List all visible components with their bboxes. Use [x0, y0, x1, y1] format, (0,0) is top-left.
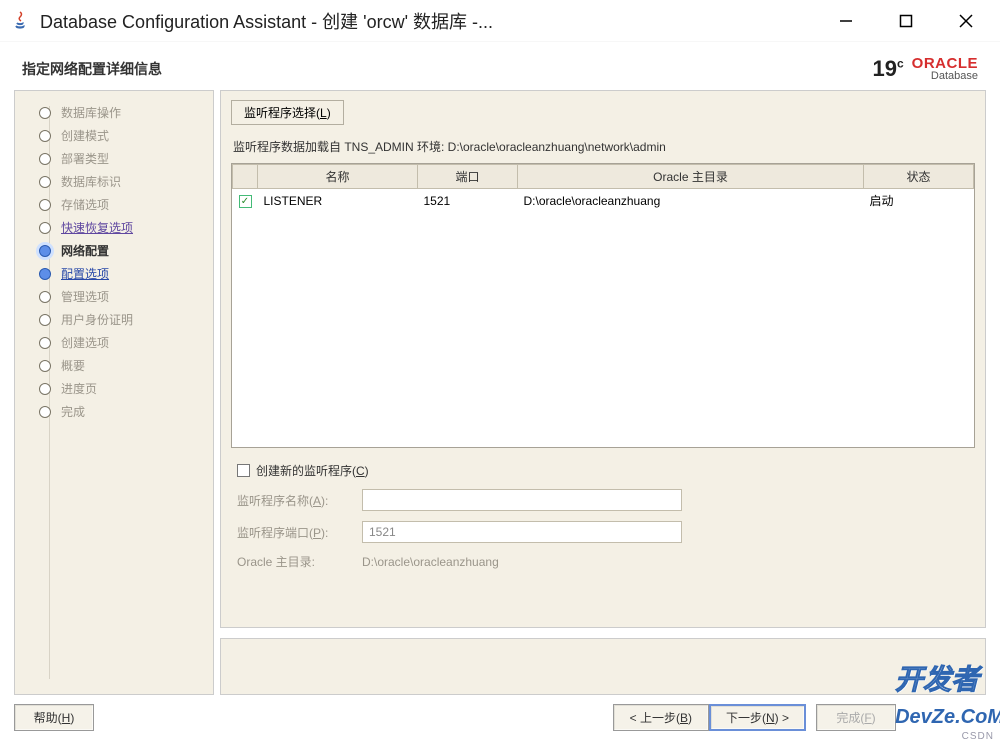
table-header: 状态: [864, 165, 974, 189]
page-title: 指定网络配置详细信息: [22, 59, 162, 79]
oracle-home-label: Oracle 主目录:: [237, 553, 352, 570]
csdn-watermark: CSDN: [962, 731, 994, 742]
sidebar-item-label: 创建选项: [61, 334, 109, 351]
footer: 帮助(H) < 上一步(B) 下一步(N) > 完成(F) 取消: [0, 695, 1000, 739]
sidebar-item-label: 存储选项: [61, 196, 109, 213]
table-header: 端口: [418, 165, 518, 189]
listener-name-label: 监听程序名称(A):: [237, 492, 352, 509]
row-checkbox[interactable]: [239, 195, 252, 208]
back-button[interactable]: < 上一步(B): [613, 704, 709, 731]
step-dot-icon: [39, 130, 51, 142]
sidebar-item-3: 数据库标识: [15, 170, 213, 193]
listener-path-description: 监听程序数据加载自 TNS_ADMIN 环境: D:\oracle\oracle…: [233, 138, 973, 155]
create-listener-label: 创建新的监听程序(C): [256, 462, 369, 479]
listener-port-input[interactable]: [362, 521, 682, 543]
sidebar-item-label: 管理选项: [61, 288, 109, 305]
step-dot-icon: [39, 222, 51, 234]
close-button[interactable]: [936, 0, 996, 42]
sidebar-item-2: 部署类型: [15, 147, 213, 170]
step-dot-icon: [39, 199, 51, 211]
help-button[interactable]: 帮助(H): [14, 704, 94, 731]
sidebar-item-8: 管理选项: [15, 285, 213, 308]
sidebar-item-label[interactable]: 快速恢复选项: [61, 219, 133, 236]
step-dot-icon: [39, 337, 51, 349]
minimize-button[interactable]: [816, 0, 876, 42]
step-dot-icon: [39, 245, 51, 257]
cell-name: LISTENER: [258, 189, 418, 213]
titlebar: Database Configuration Assistant - 创建 'o…: [0, 0, 1000, 42]
sidebar-item-label: 部署类型: [61, 150, 109, 167]
sidebar-item-label: 数据库标识: [61, 173, 121, 190]
listener-table: 名称端口Oracle 主目录状态 LISTENER1521D:\oracle\o…: [231, 163, 975, 448]
oracle-logo-text: ORACLE: [912, 56, 978, 71]
sidebar-item-13: 完成: [15, 400, 213, 423]
window-title: Database Configuration Assistant - 创建 'o…: [40, 8, 816, 34]
sidebar-item-1: 创建模式: [15, 124, 213, 147]
table-empty-area: [232, 212, 974, 447]
step-dot-icon: [39, 360, 51, 372]
sidebar-item-7[interactable]: 配置选项: [15, 262, 213, 285]
sidebar-item-label: 网络配置: [61, 242, 109, 259]
sidebar-item-9: 用户身份证明: [15, 308, 213, 331]
sidebar-item-label: 创建模式: [61, 127, 109, 144]
message-panel: [220, 638, 986, 695]
table-header: Oracle 主目录: [518, 165, 864, 189]
sidebar-item-label: 概要: [61, 357, 85, 374]
sidebar-item-10: 创建选项: [15, 331, 213, 354]
cell-status: 启动: [864, 189, 974, 213]
oracle-home-value: D:\oracle\oracleanzhuang: [362, 555, 499, 569]
step-dot-icon: [39, 314, 51, 326]
step-dot-icon: [39, 383, 51, 395]
sidebar-item-12: 进度页: [15, 377, 213, 400]
tab-listener-select[interactable]: 监听程序选择(L): [231, 100, 344, 125]
sidebar-item-0: 数据库操作: [15, 101, 213, 124]
sidebar-item-11: 概要: [15, 354, 213, 377]
java-icon: [10, 11, 30, 31]
finish-button[interactable]: 完成(F): [816, 704, 896, 731]
sidebar-item-label: 完成: [61, 403, 85, 420]
step-dot-icon: [39, 268, 51, 280]
sidebar-item-5[interactable]: 快速恢复选项: [15, 216, 213, 239]
step-dot-icon: [39, 153, 51, 165]
maximize-button[interactable]: [876, 0, 936, 42]
table-header: [233, 165, 258, 189]
cell-home: D:\oracle\oracleanzhuang: [518, 189, 864, 213]
cell-port: 1521: [418, 189, 518, 213]
main-panel: 监听程序选择(L) 监听程序数据加载自 TNS_ADMIN 环境: D:\ora…: [220, 90, 986, 628]
sidebar-item-label[interactable]: 配置选项: [61, 265, 109, 282]
step-dot-icon: [39, 176, 51, 188]
table-header: 名称: [258, 165, 418, 189]
step-dot-icon: [39, 406, 51, 418]
step-dot-icon: [39, 107, 51, 119]
create-listener-checkbox[interactable]: [237, 464, 250, 477]
wizard-sidebar: 数据库操作创建模式部署类型数据库标识存储选项快速恢复选项网络配置配置选项管理选项…: [14, 90, 214, 695]
sidebar-item-label: 进度页: [61, 380, 97, 397]
sidebar-item-4: 存储选项: [15, 193, 213, 216]
listener-name-input[interactable]: [362, 489, 682, 511]
next-button[interactable]: 下一步(N) >: [709, 704, 806, 731]
table-row[interactable]: LISTENER1521D:\oracle\oracleanzhuang启动: [233, 189, 974, 213]
window-controls: [816, 0, 996, 42]
sidebar-item-label: 用户身份证明: [61, 311, 133, 328]
brand-logo: 19c ORACLE Database: [872, 56, 978, 82]
header: 指定网络配置详细信息 19c ORACLE Database: [0, 42, 1000, 90]
listener-port-label: 监听程序端口(P):: [237, 524, 352, 541]
step-dot-icon: [39, 291, 51, 303]
sidebar-item-6: 网络配置: [15, 239, 213, 262]
sidebar-item-label: 数据库操作: [61, 104, 121, 121]
